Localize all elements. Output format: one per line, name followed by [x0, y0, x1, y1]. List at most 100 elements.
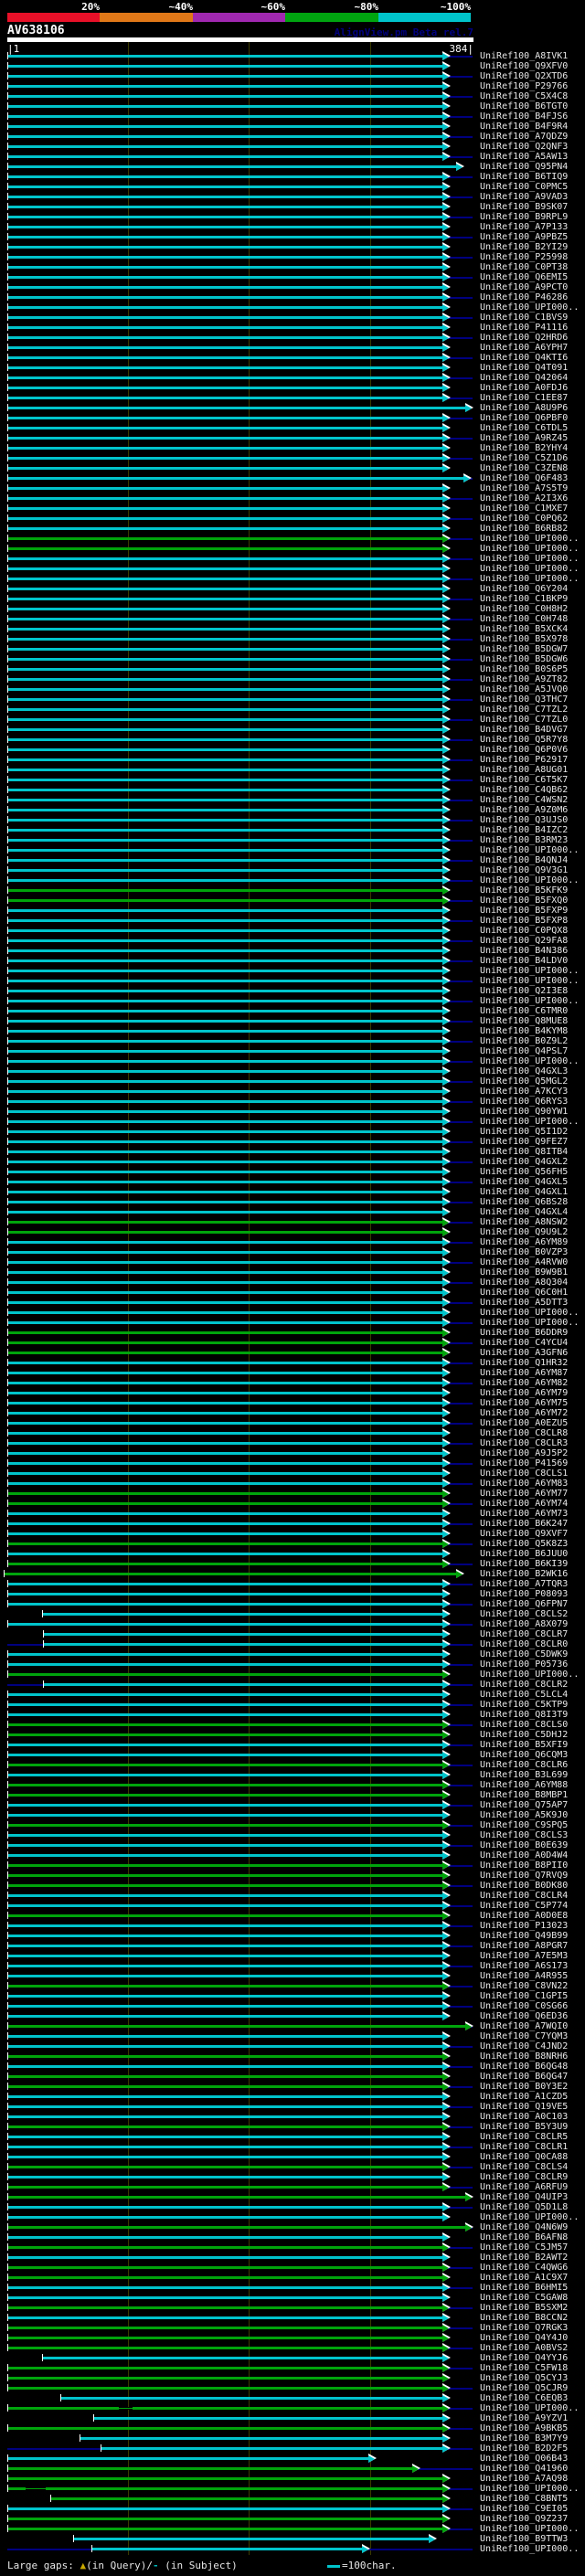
hit-label[interactable]: UniRef100_Q6CQM3: [480, 1750, 568, 1760]
hit-label[interactable]: UniRef100_UPI000..: [480, 574, 579, 584]
hit-label[interactable]: UniRef100_B2WK16: [480, 1569, 568, 1579]
hit-label[interactable]: UniRef100_C4WSN2: [480, 795, 568, 805]
hit-label[interactable]: UniRef100_C6TDL5: [480, 423, 568, 433]
hit-label[interactable]: UniRef100_Q4N6W9: [480, 2222, 568, 2232]
hit-label[interactable]: UniRef100_Q6RYS3: [480, 1097, 568, 1107]
hit-label[interactable]: UniRef100_Q4GXL1: [480, 1187, 568, 1197]
hit-label[interactable]: UniRef100_Q4YYJ6: [480, 2353, 568, 2363]
hit-label[interactable]: UniRef100_B4QNJ4: [480, 855, 568, 865]
hit-label[interactable]: UniRef100_B5FXQ0: [480, 896, 568, 906]
hit-label[interactable]: UniRef100_UPI000..: [480, 1117, 579, 1127]
hit-label[interactable]: UniRef100_B4LDV0: [480, 956, 568, 966]
hit-label[interactable]: UniRef100_B9W9B1: [480, 1267, 568, 1277]
hit-label[interactable]: UniRef100_A9BKB5: [480, 2423, 568, 2433]
hit-label[interactable]: UniRef100_B5Y3U9: [480, 2122, 568, 2132]
hit-label[interactable]: UniRef100_B6TIQ9: [480, 172, 568, 182]
hit-label[interactable]: UniRef100_A0FDJ6: [480, 383, 568, 393]
hit-label[interactable]: UniRef100_A6YM79: [480, 1388, 568, 1398]
hit-label[interactable]: UniRef100_Q5R7Y8: [480, 735, 568, 745]
hit-label[interactable]: UniRef100_UPI000..: [480, 554, 579, 564]
hit-label[interactable]: UniRef100_A5JVQ0: [480, 684, 568, 694]
hit-label[interactable]: UniRef100_Q4GXL5: [480, 1177, 568, 1187]
hit-label[interactable]: UniRef100_B4N386: [480, 946, 568, 956]
hit-label[interactable]: UniRef100_Q9FEZ7: [480, 1137, 568, 1147]
hit-label[interactable]: UniRef100_C5DHJ2: [480, 1730, 568, 1740]
hit-label[interactable]: UniRef100_B5SXM2: [480, 2303, 568, 2313]
hit-label[interactable]: UniRef100_B5X978: [480, 634, 568, 644]
hit-label[interactable]: UniRef100_UPI000..: [480, 2212, 579, 2222]
hit-label[interactable]: UniRef100_C5JM57: [480, 2242, 568, 2253]
hit-label[interactable]: UniRef100_Q6F483: [480, 473, 568, 483]
hit-label[interactable]: UniRef100_C4JND2: [480, 2041, 568, 2051]
hit-label[interactable]: UniRef100_A8X079: [480, 1619, 568, 1629]
hit-label[interactable]: UniRef100_A9J5P2: [480, 1448, 568, 1458]
hit-label[interactable]: UniRef100_UPI000..: [480, 875, 579, 885]
hit-label[interactable]: UniRef100_C9EI05: [480, 2504, 568, 2514]
hit-label[interactable]: UniRef100_Q6P0V6: [480, 745, 568, 755]
hit-label[interactable]: UniRef100_UPI000..: [480, 996, 579, 1006]
hit-label[interactable]: UniRef100_Q4GXL3: [480, 1066, 568, 1076]
hit-label[interactable]: UniRef100_Q5D1L8: [480, 2202, 568, 2212]
hit-label[interactable]: UniRef100_UPI000..: [480, 1056, 579, 1066]
hit-label[interactable]: UniRef100_C8CLR1: [480, 2142, 568, 2152]
hit-label[interactable]: UniRef100_C1BVS9: [480, 313, 568, 323]
hit-label[interactable]: UniRef100_Q75AP7: [480, 1800, 568, 1810]
hit-label[interactable]: UniRef100_B4F9R4: [480, 122, 568, 132]
hit-label[interactable]: UniRef100_C8VN22: [480, 1981, 568, 1991]
hit-label[interactable]: UniRef100_B4KYM8: [480, 1026, 568, 1036]
hit-label[interactable]: UniRef100_A9Z0M6: [480, 805, 568, 815]
hit-label[interactable]: UniRef100_C8CLR9: [480, 2172, 568, 2182]
hit-label[interactable]: UniRef100_Q95PN4: [480, 162, 568, 172]
hit-label[interactable]: UniRef100_UPI000..: [480, 845, 579, 855]
hit-label[interactable]: UniRef100_P46286: [480, 292, 568, 302]
hit-label[interactable]: UniRef100_C4QWG6: [480, 2263, 568, 2273]
hit-label[interactable]: UniRef100_B4IZC2: [480, 825, 568, 835]
hit-label[interactable]: UniRef100_C5FW18: [480, 2363, 568, 2373]
hit-label[interactable]: UniRef100_C7TZL0: [480, 715, 568, 725]
hit-label[interactable]: UniRef100_B0Z9L2: [480, 1036, 568, 1046]
hit-label[interactable]: UniRef100_B5KFK9: [480, 885, 568, 896]
hit-label[interactable]: UniRef100_UPI000..: [480, 544, 579, 554]
hit-label[interactable]: UniRef100_B2D2F5: [480, 2443, 568, 2454]
hit-label[interactable]: UniRef100_B6KI39: [480, 1559, 568, 1569]
hit-label[interactable]: UniRef100_B6QG48: [480, 2062, 568, 2072]
hit-label[interactable]: UniRef100_A2I3X6: [480, 493, 568, 504]
hit-label[interactable]: UniRef100_C8CLS0: [480, 1720, 568, 1730]
hit-label[interactable]: UniRef100_Q4GXL4: [480, 1207, 568, 1217]
hit-label[interactable]: UniRef100_P13023: [480, 1921, 568, 1931]
hit-label[interactable]: UniRef100_C0PMC5: [480, 182, 568, 192]
hit-label[interactable]: UniRef100_A4R955: [480, 1971, 568, 1981]
hit-label[interactable]: UniRef100_Q4T091: [480, 363, 568, 373]
hit-label[interactable]: UniRef100_C5GAW8: [480, 2293, 568, 2303]
hit-label[interactable]: UniRef100_A7TQR3: [480, 1579, 568, 1589]
hit-label[interactable]: UniRef100_UPI000..: [480, 564, 579, 574]
hit-label[interactable]: UniRef100_A6S173: [480, 1961, 568, 1971]
hit-label[interactable]: UniRef100_B9RPL9: [480, 212, 568, 222]
hit-label[interactable]: UniRef100_B2YI29: [480, 242, 568, 252]
hit-label[interactable]: UniRef100_A6YPH7: [480, 343, 568, 353]
hit-label[interactable]: UniRef100_C8BNT5: [480, 2494, 568, 2504]
hit-label[interactable]: UniRef100_Q2I3E8: [480, 986, 568, 996]
hit-label[interactable]: UniRef100_A7P133: [480, 222, 568, 232]
hit-label[interactable]: UniRef100_Q19VE5: [480, 2102, 568, 2112]
hit-label[interactable]: UniRef100_A0C103: [480, 2112, 568, 2122]
hit-label[interactable]: UniRef100_B2YHY4: [480, 443, 568, 453]
hit-label[interactable]: UniRef100_Q8ITB4: [480, 1147, 568, 1157]
hit-label[interactable]: UniRef100_Q4KTI6: [480, 353, 568, 363]
hit-label[interactable]: UniRef100_A1CZD5: [480, 2092, 568, 2102]
hit-label[interactable]: UniRef100_A9PBZ5: [480, 232, 568, 242]
hit-label[interactable]: UniRef100_C5Z1D6: [480, 453, 568, 463]
hit-label[interactable]: UniRef100_B2AWT2: [480, 2253, 568, 2263]
hit-label[interactable]: UniRef100_A7E5M3: [480, 1951, 568, 1961]
hit-label[interactable]: UniRef100_B0DK80: [480, 1881, 568, 1891]
hit-label[interactable]: UniRef100_Q9V3G1: [480, 865, 568, 875]
hit-label[interactable]: UniRef100_A6YM88: [480, 1780, 568, 1790]
hit-label[interactable]: UniRef100_C1GPI5: [480, 1991, 568, 2001]
hit-label[interactable]: UniRef100_B3L699: [480, 1770, 568, 1780]
hit-label[interactable]: UniRef100_Q9U9L2: [480, 1227, 568, 1237]
hit-label[interactable]: UniRef100_Q7RVQ9: [480, 1871, 568, 1881]
hit-label[interactable]: UniRef100_B9SK07: [480, 202, 568, 212]
hit-label[interactable]: UniRef100_C0H8H2: [480, 604, 568, 614]
hit-label[interactable]: UniRef100_Q56FH5: [480, 1167, 568, 1177]
hit-label[interactable]: UniRef100_A6YM83: [480, 1479, 568, 1489]
